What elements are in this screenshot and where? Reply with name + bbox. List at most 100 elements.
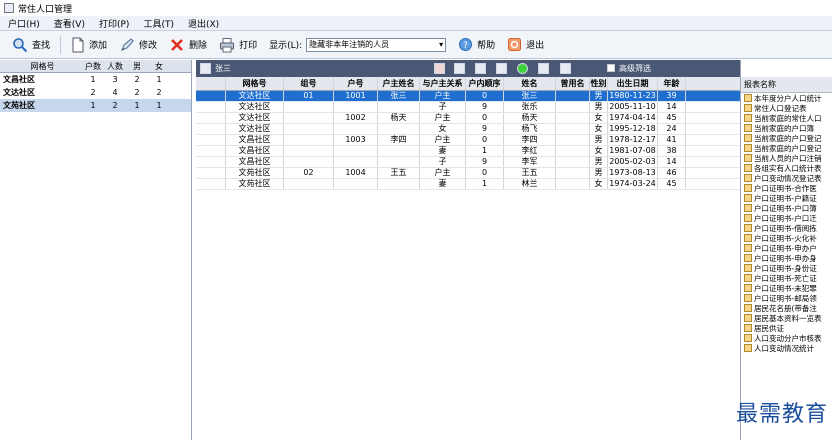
table-row[interactable]: 文达社区女 9 杨飞女 1995-12-18 24 [196,124,740,135]
table-row[interactable]: 文昌社区 子 9 李军 男 2005-02-03 14 [196,157,740,168]
status-green-icon[interactable] [517,63,528,74]
report-item[interactable]: 户口变动情况登记表 [741,173,832,183]
grid-summary-row[interactable]: 文苑社区 1 2 1 1 [0,99,191,112]
header-households[interactable]: 户数 [82,60,104,72]
col-name[interactable]: 姓名 [504,77,556,90]
menu-exit[interactable]: 退出(X) [188,17,219,30]
col-relation[interactable]: 与户主关系 [420,77,466,90]
print-button[interactable]: 打印 [213,34,263,56]
header-male[interactable]: 男 [126,60,148,72]
col-gender[interactable]: 性别 [590,77,608,90]
table-cell: 户主 [420,91,466,101]
report-item[interactable]: 当前家庭的户口簿 [741,123,832,133]
report-item[interactable]: 户口证明书-身份证 [741,263,832,273]
report-item[interactable]: 户口证明书-死亡证 [741,273,832,283]
report-item[interactable]: 常住人口登记表 [741,103,832,113]
report-icon [744,194,752,202]
report-item[interactable]: 居民基本资料一览表 [741,313,832,323]
report-item[interactable]: 户口证明书-邮局领 [741,293,832,303]
report-item[interactable]: 当前家庭的常住人口 [741,113,832,123]
export-icon[interactable] [475,63,486,74]
report-item[interactable]: 人口变动分户市核表 [741,333,832,343]
table-row[interactable]: 文昌社区 1003 李四 户主 0 李四男 1978-12-17 41 [196,135,740,146]
report-icon [744,154,752,162]
col-birth-date[interactable]: 出生日期 [608,77,658,90]
menu-tools[interactable]: 工具(T) [143,17,174,30]
report-item[interactable]: 户口证明书-申办身 [741,253,832,263]
table-cell [196,179,226,189]
help-button[interactable]: ? 帮助 [452,34,501,56]
table-row[interactable]: 文昌社区 妻 1 李红 女 1981-07-08 38 [196,146,740,157]
import-icon[interactable] [496,63,507,74]
col-age[interactable]: 年龄 [658,77,686,90]
advanced-filter-checkbox[interactable] [607,64,615,72]
table-cell: 户主 [420,113,466,123]
table-cell: 9 [466,157,504,167]
col-grid-no[interactable]: 网格号 [226,77,284,90]
report-item[interactable]: 居民花名册(带备注 [741,303,832,313]
table-cell [196,135,226,145]
table-cell: 户主 [420,135,466,145]
menu-household[interactable]: 户口(H) [8,17,40,30]
table-cell [334,102,378,112]
table-cell: 李四 [504,135,556,145]
col-order[interactable]: 户内顺序 [466,77,504,90]
report-item[interactable]: 当前人员的户口注销 [741,153,832,163]
table-cell [378,157,420,167]
table-cell: 李四 [378,135,420,145]
report-item[interactable]: 当前家庭的户口登记 [741,143,832,153]
report-item[interactable]: 户口证明书-户口迁 [741,213,832,223]
report-item[interactable]: 人口变动情况统计 [741,343,832,353]
display-filter: 显示(L): 隐藏非本年注销的人员 ▾ [263,34,452,56]
close-filter-icon[interactable] [434,63,445,74]
grid-summary-row[interactable]: 文昌社区 1 3 2 1 [0,73,191,86]
add-button[interactable]: 添加 [65,34,113,56]
header-population[interactable]: 人数 [104,60,126,72]
add-label: 添加 [89,41,108,51]
report-item[interactable]: 户口证明书-申办户 [741,243,832,253]
table-row[interactable]: 文达社区 子 9 张乐 男 2005-11-10 14 [196,102,740,113]
header-female[interactable]: 女 [148,60,170,72]
table-row[interactable]: 文苑社区 妻 1 林兰 女 1974-03-24 45 [196,179,740,190]
table-cell [284,157,334,167]
header-grid-no[interactable]: 网格号 [0,60,82,72]
table-cell [196,102,226,112]
report-item[interactable]: 各组实有人口统计表 [741,163,832,173]
col-group-no[interactable]: 组号 [284,77,334,90]
report-item[interactable]: 户口证明书-借阅拣 [741,223,832,233]
table-cell: 杨天 [378,113,420,123]
table-row[interactable]: 文苑社区 02 1004 王五 户主 0 王五男 1973-08-13 46 [196,168,740,179]
grid-summary-cell: 1 [156,101,162,110]
refresh-icon[interactable] [560,63,571,74]
report-item[interactable]: 户口证明书-火化补 [741,233,832,243]
grid-summary-row[interactable]: 文达社区 2 4 2 2 [0,86,191,99]
edit-button[interactable]: 修改 [113,34,163,56]
grid-summary-cell: 1 [90,101,96,110]
table-cell: 男 [590,135,608,145]
table-row[interactable]: 文达社区 1002 杨天 户主 0 杨天女 1974-04-14 45 [196,113,740,124]
user-filter-icon[interactable] [454,63,465,74]
grid-view-icon[interactable] [538,63,549,74]
col-head-name[interactable]: 户主姓名 [378,77,420,90]
edit-label: 修改 [139,41,158,51]
search-button[interactable]: 查找 [6,34,56,56]
report-item[interactable]: 当前家庭的户口登记 [741,133,832,143]
col-former-name[interactable]: 曾用名 [556,77,590,90]
col-household-no[interactable]: 户号 [334,77,378,90]
report-item[interactable]: 户口证明书-未犯罪 [741,283,832,293]
table-cell: 文达社区 [226,102,284,112]
report-item[interactable]: 居民供证 [741,323,832,333]
menu-print[interactable]: 打印(P) [99,17,129,30]
report-item[interactable]: 户口证明书-户口簿 [741,203,832,213]
exit-button[interactable]: 退出 [501,34,550,56]
table-cell: 女 [590,113,608,123]
grid-summary-cell: 文达社区 [3,88,35,97]
report-item[interactable]: 户口证明书-合作医 [741,183,832,193]
display-select[interactable]: 隐藏非本年注销的人员 ▾ [306,37,447,52]
table-cell: 02 [284,168,334,178]
report-item[interactable]: 户口证明书-户籍证 [741,193,832,203]
report-item[interactable]: 本年度分户人口统计 [741,93,832,103]
table-row[interactable]: 文达社区 01 1001 张三 户主 0 张三男 1980-11-23 39 [196,91,740,102]
menu-view[interactable]: 查看(V) [54,17,85,30]
delete-button[interactable]: 删除 [163,34,213,56]
